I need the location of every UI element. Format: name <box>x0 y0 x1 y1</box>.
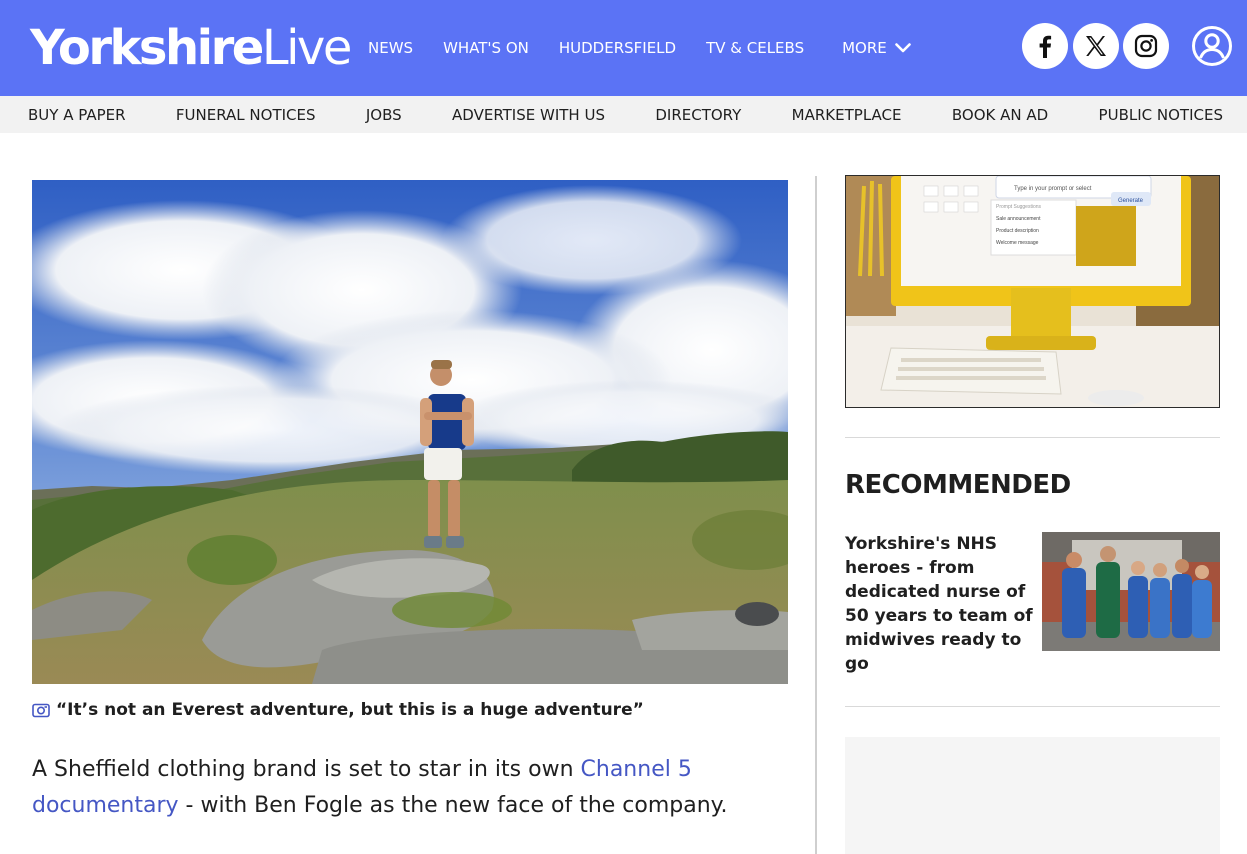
subnav-advertise-with-us[interactable]: ADVERTISE WITH US <box>452 106 605 124</box>
logo-text-bold: Yorkshire <box>30 20 264 76</box>
ad-suggestion-item: Sale announcement <box>996 216 1041 222</box>
advert-image: Type in your prompt or select Generate P… <box>846 176 1219 407</box>
nav-item-tv-celebs[interactable]: TV & CELEBS <box>706 39 804 57</box>
thumbnail-photo <box>1042 532 1220 651</box>
nav-item-whats-on[interactable]: WHAT'S ON <box>443 39 529 57</box>
subnav-jobs[interactable]: JOBS <box>366 106 402 124</box>
instagram-button[interactable] <box>1123 23 1169 69</box>
column-divider <box>815 176 817 854</box>
nav-item-huddersfield[interactable]: HUDDERSFIELD <box>559 39 676 57</box>
subnav-directory[interactable]: DIRECTORY <box>655 106 741 124</box>
facebook-icon <box>1039 35 1052 58</box>
camera-icon <box>32 703 50 718</box>
nav-item-news[interactable]: NEWS <box>368 39 413 57</box>
subnav-funeral-notices[interactable]: FUNERAL NOTICES <box>176 106 316 124</box>
x-button[interactable] <box>1073 23 1119 69</box>
sidebar-advert[interactable]: Type in your prompt or select Generate P… <box>845 175 1220 408</box>
recommended-article-thumbnail[interactable] <box>1042 532 1220 651</box>
hero-photo <box>32 180 788 684</box>
secondary-nav: BUY A PAPER FUNERAL NOTICES JOBS ADVERTI… <box>0 96 1247 133</box>
x-icon <box>1086 36 1106 56</box>
main-nav: NEWS WHAT'S ON HUDDERSFIELD TV & CELEBS … <box>368 0 941 96</box>
ad-suggestion-item: Welcome message <box>996 240 1039 246</box>
caption-text: “It’s not an Everest adventure, but this… <box>56 700 644 720</box>
subnav-book-an-ad[interactable]: BOOK AN AD <box>952 106 1048 124</box>
ad-generate-label: Generate <box>1118 198 1144 204</box>
subnav-marketplace[interactable]: MARKETPLACE <box>792 106 902 124</box>
logo-text-light: Live <box>261 20 353 76</box>
chevron-down-icon <box>894 43 911 53</box>
lede-text-start: A Sheffield clothing brand is set to sta… <box>32 757 581 782</box>
ad-suggestion-item: Product description <box>996 228 1039 234</box>
sidebar-divider <box>845 706 1220 707</box>
article-hero-image[interactable] <box>32 180 788 684</box>
subnav-buy-a-paper[interactable]: BUY A PAPER <box>28 106 126 124</box>
recommended-article-link[interactable]: Yorkshire's NHS heroes - from dedicated … <box>845 532 1035 676</box>
facebook-button[interactable] <box>1022 23 1068 69</box>
user-account-icon[interactable] <box>1191 25 1233 67</box>
lede-text-end: - with Ben Fogle as the new face of the … <box>178 793 728 818</box>
sidebar-divider <box>845 437 1220 438</box>
image-caption: “It’s not an Everest adventure, but this… <box>32 700 644 720</box>
instagram-icon <box>1134 34 1158 58</box>
nav-item-more[interactable]: MORE <box>842 39 911 57</box>
ad-suggestion-heading: Prompt Suggestions <box>996 204 1042 210</box>
advert-placeholder <box>845 737 1220 854</box>
article-lede: A Sheffield clothing brand is set to sta… <box>32 752 772 824</box>
recommended-heading: RECOMMENDED <box>845 470 1071 500</box>
ad-prompt-text: Type in your prompt or select <box>1014 186 1092 192</box>
site-header: YorkshireLive NEWS WHAT'S ON HUDDERSFIEL… <box>0 0 1247 96</box>
nav-more-label: MORE <box>842 39 887 57</box>
subnav-public-notices[interactable]: PUBLIC NOTICES <box>1099 106 1223 124</box>
site-logo[interactable]: YorkshireLive <box>30 18 353 78</box>
